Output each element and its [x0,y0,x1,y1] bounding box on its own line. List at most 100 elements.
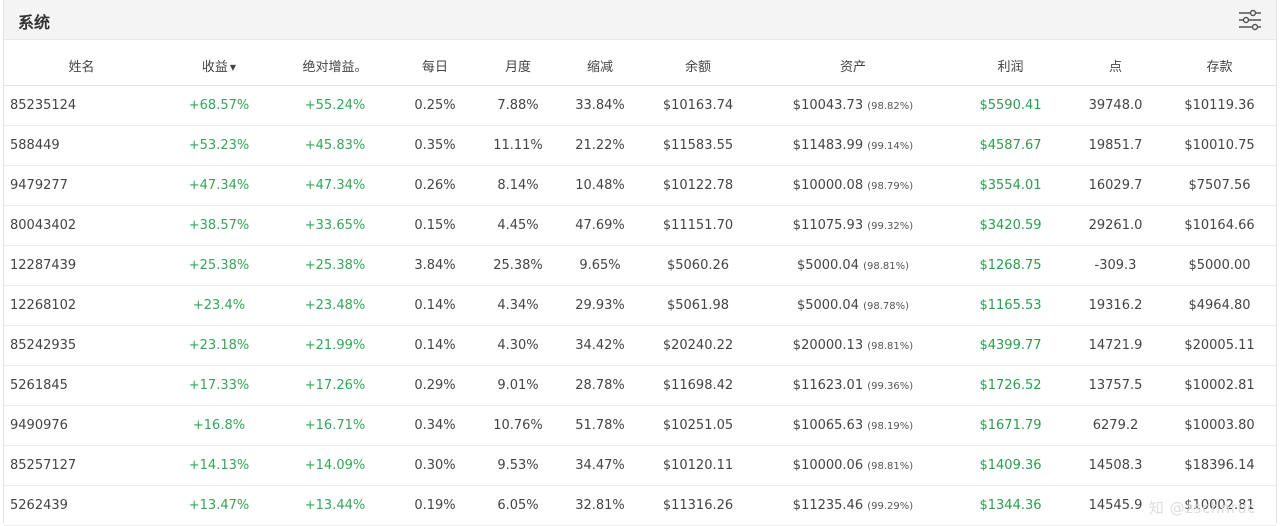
table-header-row: 姓名 收益 ▼ 绝对增益。 每日 月度 缩减 余额 资产 利润 点 存款 [4,45,1276,86]
cell-name[interactable]: 5261845 [4,365,159,406]
equity-value: $10000.08 [792,178,864,193]
col-header-deposit[interactable]: 存款 [1163,45,1276,86]
table-row[interactable]: 12287439 +25.38% +25.38% 3.84% 25.38% 9.65% $5… [4,245,1276,286]
table-row[interactable]: 5261845 +17.33% +17.26% 0.29% 9.01% 28.78% $11… [4,365,1276,406]
cell-income: +47.34% [159,165,279,206]
cell-abs-gain: +13.44% [279,485,391,526]
cell-daily: 0.26% [391,165,479,206]
cell-monthly: 4.34% [479,285,557,326]
col-header-daily[interactable]: 每日 [391,45,479,86]
col-header-points[interactable]: 点 [1068,45,1163,86]
col-header-balance[interactable]: 余额 [643,45,753,86]
cell-points: 39748.0 [1068,85,1163,126]
cell-monthly: 9.53% [479,445,557,486]
cell-name[interactable]: 5262439 [4,485,159,526]
cell-name[interactable]: 12268102 [4,285,159,326]
cell-points: 14508.3 [1068,445,1163,486]
cell-abs-gain: +47.34% [279,165,391,206]
cell-points: 14721.9 [1068,325,1163,366]
table-row[interactable]: 12268102 +23.4% +23.48% 0.14% 4.34% 29.93% $50… [4,285,1276,326]
cell-points: 14545.9 [1068,485,1163,526]
sliders-icon[interactable] [1238,8,1262,32]
table-row[interactable]: 9490976 +16.8% +16.71% 0.34% 10.76% 51.78% $10… [4,405,1276,446]
cell-name[interactable]: 588449 [4,125,159,166]
equity-value: $11235.46 [792,498,864,513]
cell-deposit: $10010.75 [1163,125,1276,166]
cell-profit: $4587.67 [953,125,1068,166]
cell-daily: 0.14% [391,285,479,326]
cell-daily: 3.84% [391,245,479,286]
equity-value: $10065.63 [792,418,864,433]
equity-percent: (98.78%) [863,301,910,312]
table-row[interactable]: 5262439 +13.47% +13.44% 0.19% 6.05% 32.81% $11… [4,485,1276,526]
table-body: 85235124 +68.57% +55.24% 0.25% 7.88% 33.84% $1… [4,85,1276,526]
cell-daily: 0.19% [391,485,479,526]
cell-monthly: 9.01% [479,365,557,406]
cell-monthly: 4.45% [479,205,557,246]
equity-value: $20000.13 [792,338,864,353]
equity-percent: (99.36%) [867,381,914,392]
cell-abs-gain: +55.24% [279,85,391,126]
equity-percent: (98.81%) [863,261,910,272]
cell-points: 13757.5 [1068,365,1163,406]
cell-name[interactable]: 85235124 [4,85,159,126]
cell-monthly: 10.76% [479,405,557,446]
cell-balance: $5060.26 [643,245,753,286]
cell-drawdown: 10.48% [557,165,643,206]
cell-daily: 0.14% [391,325,479,366]
cell-abs-gain: +17.26% [279,365,391,406]
cell-balance: $11583.55 [643,125,753,166]
cell-equity: $10065.63 (98.19%) [753,405,953,446]
cell-daily: 0.30% [391,445,479,486]
cell-name[interactable]: 12287439 [4,245,159,286]
ranking-table: 姓名 收益 ▼ 绝对增益。 每日 月度 缩减 余额 资产 利润 点 存款 8523… [4,45,1276,526]
table-row[interactable]: 80043402 +38.57% +33.65% 0.15% 4.45% 47.69% $1… [4,205,1276,246]
cell-daily: 0.15% [391,205,479,246]
equity-value: $11075.93 [792,218,864,233]
col-header-profit[interactable]: 利润 [953,45,1068,86]
cell-name[interactable]: 85242935 [4,325,159,366]
cell-monthly: 25.38% [479,245,557,286]
equity-value: $5000.04 [796,298,859,313]
cell-drawdown: 32.81% [557,485,643,526]
cell-daily: 0.35% [391,125,479,166]
table-row[interactable]: 588449 +53.23% +45.83% 0.35% 11.11% 21.22% $11… [4,125,1276,166]
cell-balance: $10163.74 [643,85,753,126]
cell-name[interactable]: 9490976 [4,405,159,446]
cell-income: +25.38% [159,245,279,286]
cell-name[interactable]: 80043402 [4,205,159,246]
cell-abs-gain: +16.71% [279,405,391,446]
cell-points: 29261.0 [1068,205,1163,246]
cell-deposit: $10002.81 [1163,485,1276,526]
cell-deposit: $10002.81 [1163,365,1276,406]
cell-points: 16029.7 [1068,165,1163,206]
cell-abs-gain: +14.09% [279,445,391,486]
cell-drawdown: 47.69% [557,205,643,246]
col-header-monthly[interactable]: 月度 [479,45,557,86]
col-header-income[interactable]: 收益 ▼ [159,45,279,86]
cell-equity: $11483.99 (99.14%) [753,125,953,166]
cell-name[interactable]: 9479277 [4,165,159,206]
cell-deposit: $10164.66 [1163,205,1276,246]
col-header-equity[interactable]: 资产 [753,45,953,86]
equity-value: $5000.04 [796,258,859,273]
table-row[interactable]: 85235124 +68.57% +55.24% 0.25% 7.88% 33.84% $1… [4,85,1276,126]
col-header-abs-gain[interactable]: 绝对增益。 [279,45,391,86]
cell-points: -309.3 [1068,245,1163,286]
table-row[interactable]: 9479277 +47.34% +47.34% 0.26% 8.14% 10.48% $10… [4,165,1276,206]
col-header-name[interactable]: 姓名 [4,45,159,86]
cell-profit: $1726.52 [953,365,1068,406]
cell-profit: $3420.59 [953,205,1068,246]
cell-income: +14.13% [159,445,279,486]
cell-equity: $5000.04 (98.78%) [753,285,953,326]
cell-name[interactable]: 85257127 [4,445,159,486]
cell-drawdown: 51.78% [557,405,643,446]
table-row[interactable]: 85257127 +14.13% +14.09% 0.30% 9.53% 34.47% $1… [4,445,1276,486]
col-header-drawdown[interactable]: 缩减 [557,45,643,86]
table-row[interactable]: 85242935 +23.18% +21.99% 0.14% 4.30% 34.42% $2… [4,325,1276,366]
cell-income: +17.33% [159,365,279,406]
equity-percent: (99.14%) [867,141,914,152]
cell-profit: $1409.36 [953,445,1068,486]
cell-equity: $11623.01 (99.36%) [753,365,953,406]
cell-profit: $1165.53 [953,285,1068,326]
